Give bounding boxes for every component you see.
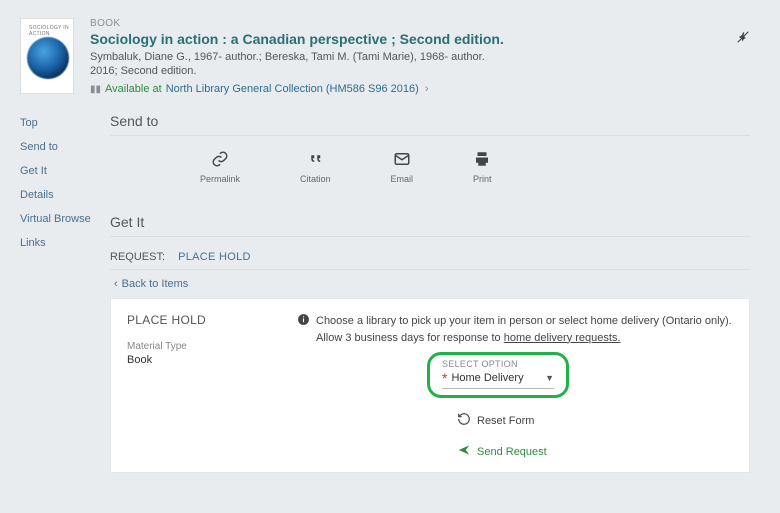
nav-links[interactable]: Links bbox=[20, 237, 110, 249]
email-button[interactable]: Email bbox=[391, 150, 414, 184]
chevron-right-icon[interactable]: › bbox=[425, 83, 429, 95]
select-caption: SELECT OPTION bbox=[442, 359, 554, 369]
get-it-heading: Get It bbox=[110, 214, 750, 237]
send-request-button[interactable]: Send Request bbox=[457, 443, 733, 460]
required-star-icon: * bbox=[442, 371, 447, 385]
hold-instruction: Choose a library to pick up your item in… bbox=[297, 313, 733, 346]
section-nav: Top Send to Get It Details Virtual Brows… bbox=[20, 113, 110, 473]
citation-button[interactable]: Citation bbox=[300, 150, 331, 184]
place-hold-panel: PLACE HOLD Material Type Book Choose a l… bbox=[110, 298, 750, 473]
permalink-button[interactable]: Permalink bbox=[200, 150, 240, 184]
request-label: REQUEST: bbox=[110, 251, 165, 263]
record-title[interactable]: Sociology in action : a Canadian perspec… bbox=[90, 31, 760, 47]
print-label: Print bbox=[473, 174, 492, 184]
instruction-link[interactable]: home delivery requests. bbox=[504, 332, 621, 344]
availability-status: Available at bbox=[105, 83, 162, 95]
nav-top[interactable]: Top bbox=[20, 117, 110, 129]
record-type-label: BOOK bbox=[90, 18, 760, 29]
place-hold-link[interactable]: PLACE HOLD bbox=[178, 251, 251, 263]
nav-get-it[interactable]: Get It bbox=[20, 165, 110, 177]
chevron-left-icon: ‹ bbox=[114, 278, 118, 290]
nav-details[interactable]: Details bbox=[20, 189, 110, 201]
nav-send-to[interactable]: Send to bbox=[20, 141, 110, 153]
quote-icon bbox=[306, 150, 324, 171]
chevron-down-icon: ▼ bbox=[545, 373, 554, 383]
cover-thumbnail: SOCIOLOGY IN ACTION bbox=[20, 18, 74, 94]
send-to-heading: Send to bbox=[110, 113, 750, 136]
print-button[interactable]: Print bbox=[473, 150, 492, 184]
send-icon bbox=[457, 443, 471, 460]
nav-virtual-browse[interactable]: Virtual Browse bbox=[20, 213, 110, 225]
citation-label: Citation bbox=[300, 174, 331, 184]
permalink-label: Permalink bbox=[200, 174, 240, 184]
pin-icon[interactable] bbox=[736, 30, 750, 47]
pickup-select-highlight: SELECT OPTION * Home Delivery ▼ bbox=[427, 352, 569, 398]
back-label: Back to Items bbox=[122, 278, 189, 290]
link-icon bbox=[211, 150, 229, 171]
pickup-select-value: Home Delivery bbox=[451, 372, 523, 384]
availability-location[interactable]: North Library General Collection (HM586 … bbox=[166, 83, 419, 95]
book-spine-icon: ▮▮ bbox=[90, 84, 101, 95]
pickup-select[interactable]: * Home Delivery ▼ bbox=[442, 369, 554, 389]
refresh-icon bbox=[457, 412, 471, 429]
info-icon bbox=[297, 313, 310, 346]
print-icon bbox=[473, 150, 491, 171]
material-type-value: Book bbox=[127, 354, 277, 366]
reset-form-button[interactable]: Reset Form bbox=[457, 412, 733, 429]
material-type-label: Material Type bbox=[127, 341, 277, 352]
record-authors: Symbaluk, Diane G., 1967- author.; Beres… bbox=[90, 51, 760, 63]
back-to-items-link[interactable]: ‹ Back to Items bbox=[114, 278, 750, 290]
record-header: SOCIOLOGY IN ACTION BOOK Sociology in ac… bbox=[20, 18, 760, 95]
reset-form-label: Reset Form bbox=[477, 415, 534, 427]
send-request-label: Send Request bbox=[477, 446, 547, 458]
send-to-actions: Permalink Citation Email bbox=[110, 150, 750, 184]
record-edition: 2016; Second edition. bbox=[90, 65, 760, 77]
panel-title: PLACE HOLD bbox=[127, 313, 277, 327]
mail-icon bbox=[393, 150, 411, 171]
email-label: Email bbox=[391, 174, 414, 184]
